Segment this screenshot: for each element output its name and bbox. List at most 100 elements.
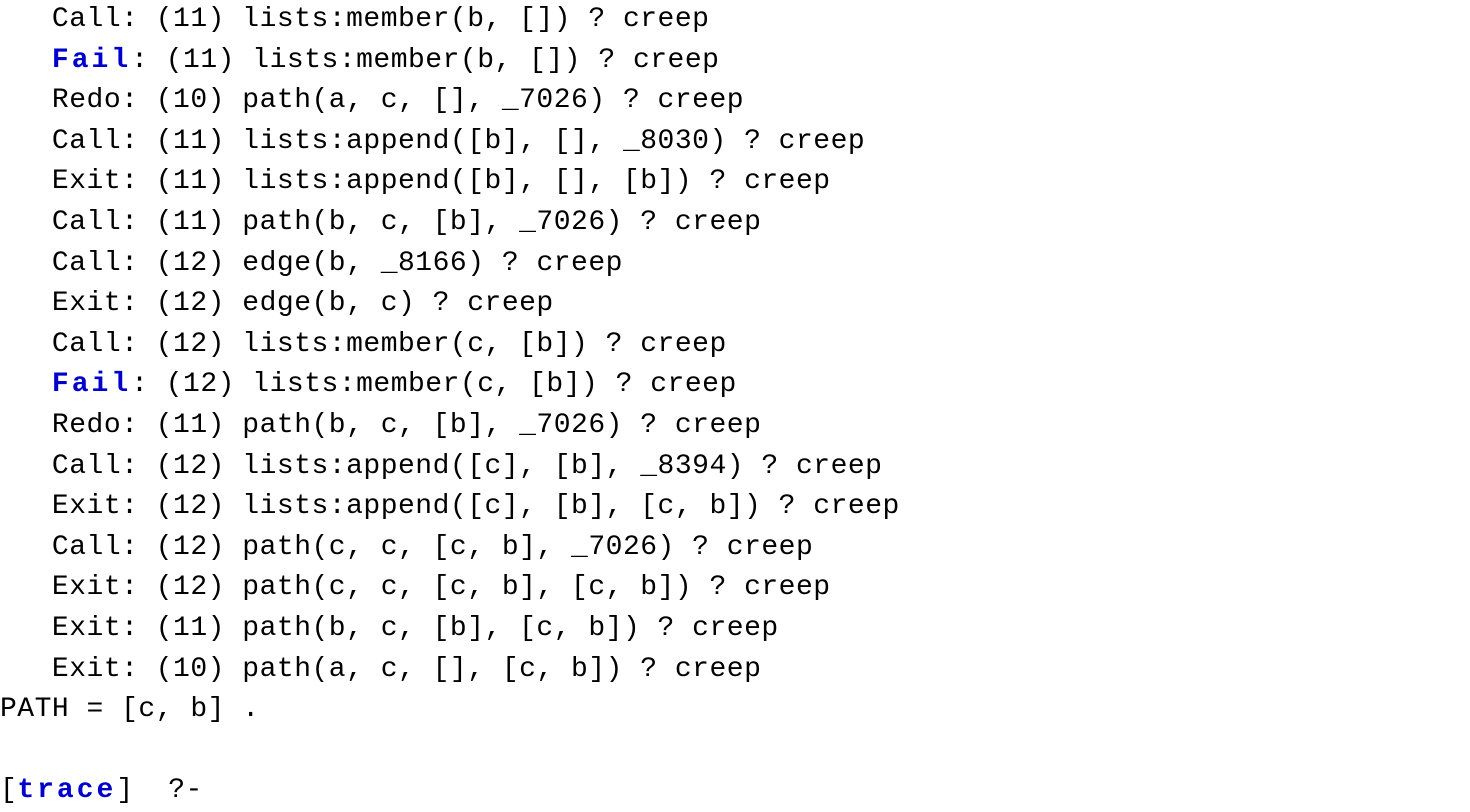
terminal-output: Call: (11) lists:member(b, []) ? creep F… [0,0,1470,812]
trace-after: ? creep [623,207,761,238]
trace-colon: : [121,410,156,441]
trace-after: ? creep [485,248,623,279]
trace-colon: : [121,207,156,238]
trace-line: Exit: (11) path(b, c, [b], [c, b]) ? cre… [0,609,1470,650]
trace-line: Call: (12) lists:append([c], [b], _8394)… [0,447,1470,488]
trace-line: Exit: (12) lists:append([c], [b], [c, b]… [0,487,1470,528]
trace-colon: : [121,126,156,157]
prompt-tail: ?- [134,775,203,806]
trace-colon: : [121,4,156,35]
trace-depth: (12) [156,248,225,279]
trace-colon: : [121,491,156,522]
trace-goal: path(b, c, [b], _7026) [242,207,623,238]
trace-port: Call [52,126,121,157]
trace-depth: (12) [156,572,225,603]
trace-depth: (11) [156,207,225,238]
trace-goal: lists:append([b], [], _8030) [242,126,726,157]
bracket-left: [ [0,775,17,806]
trace-depth: (11) [156,4,225,35]
trace-depth: (12) [156,329,225,360]
trace-after: ? creep [623,410,761,441]
trace-indent [0,45,52,76]
trace-colon: : [121,288,156,319]
trace-line: Call: (11) lists:member(b, []) ? creep [0,0,1470,41]
trace-indent [0,248,52,279]
trace-colon: : [131,45,166,76]
trace-goal: lists:append([c], [b], [c, b]) [242,491,761,522]
trace-indent [0,85,52,116]
trace-goal: path(c, c, [c, b], _7026) [242,532,675,563]
trace-after: ? creep [675,532,813,563]
trace-goal: lists:append([c], [b], _8394) [242,451,744,482]
trace-indent [0,654,52,685]
trace-colon: : [121,85,156,116]
trace-port: Call [52,532,121,563]
trace-goal: lists:member(b, []) [242,4,571,35]
trace-line: Exit: (12) edge(b, c) ? creep [0,284,1470,325]
trace-port: Exit [52,288,121,319]
trace-line: Call: (12) lists:member(c, [b]) ? creep [0,325,1470,366]
trace-indent [0,613,52,644]
trace-line: Call: (11) lists:append([b], [], _8030) … [0,122,1470,163]
trace-indent [0,532,52,563]
trace-port: Fail [52,45,131,76]
trace-depth: (10) [156,654,225,685]
trace-depth: (12) [156,451,225,482]
trace-goal: path(c, c, [c, b], [c, b]) [242,572,692,603]
trace-after: ? creep [692,572,830,603]
trace-indent [0,4,52,35]
trace-after: ? creep [581,45,719,76]
trace-line: Exit: (12) path(c, c, [c, b], [c, b]) ? … [0,568,1470,609]
trace-after: ? creep [598,369,736,400]
trace-goal: lists:member(b, []) [252,45,581,76]
bracket-right: ] [116,775,133,806]
trace-depth: (11) [156,126,225,157]
trace-line: Exit: (11) lists:append([b], [], [b]) ? … [0,162,1470,203]
trace-goal: lists:append([b], [], [b]) [242,166,692,197]
trace-goal: path(a, c, [], [c, b]) [242,654,623,685]
trace-line: Fail: (11) lists:member(b, []) ? creep [0,41,1470,82]
trace-line: Exit: (10) path(a, c, [], [c, b]) ? cree… [0,650,1470,691]
trace-depth: (12) [156,288,225,319]
trace-line: Call: (12) edge(b, _8166) ? creep [0,244,1470,285]
trace-goal: edge(b, _8166) [242,248,484,279]
trace-goal: lists:member(c, [b]) [242,329,588,360]
trace-line: Redo: (11) path(b, c, [b], _7026) ? cree… [0,406,1470,447]
trace-after: ? creep [727,126,865,157]
trace-line: Call: (12) path(c, c, [c, b], _7026) ? c… [0,528,1470,569]
trace-port: Call [52,4,121,35]
trace-indent [0,288,52,319]
trace-after: ? creep [415,288,553,319]
trace-after: ? creep [571,4,709,35]
trace-indent [0,410,52,441]
trace-after: ? creep [692,166,830,197]
trace-colon: : [121,248,156,279]
trace-port: Fail [52,369,131,400]
trace-colon: : [121,329,156,360]
trace-colon: : [121,451,156,482]
trace-port: Redo [52,85,121,116]
trace-depth: (12) [156,532,225,563]
trace-indent [0,369,52,400]
prompt-line[interactable]: [trace] ?- [0,771,1470,812]
trace-goal: path(b, c, [b], [c, b]) [242,613,640,644]
trace-depth: (12) [166,369,235,400]
trace-port: Exit [52,613,121,644]
trace-after: ? creep [606,85,744,116]
trace-colon: : [121,532,156,563]
trace-colon: : [131,369,166,400]
trace-after: ? creep [623,654,761,685]
trace-indent [0,451,52,482]
trace-depth: (12) [156,491,225,522]
trace-goal: lists:member(c, [b]) [252,369,598,400]
trace-port: Exit [52,572,121,603]
trace-port: Call [52,207,121,238]
trace-keyword: trace [17,775,116,806]
trace-port: Call [52,329,121,360]
trace-indent [0,329,52,360]
trace-port: Call [52,451,121,482]
trace-depth: (11) [156,410,225,441]
trace-port: Exit [52,166,121,197]
trace-indent [0,491,52,522]
trace-depth: (11) [156,166,225,197]
